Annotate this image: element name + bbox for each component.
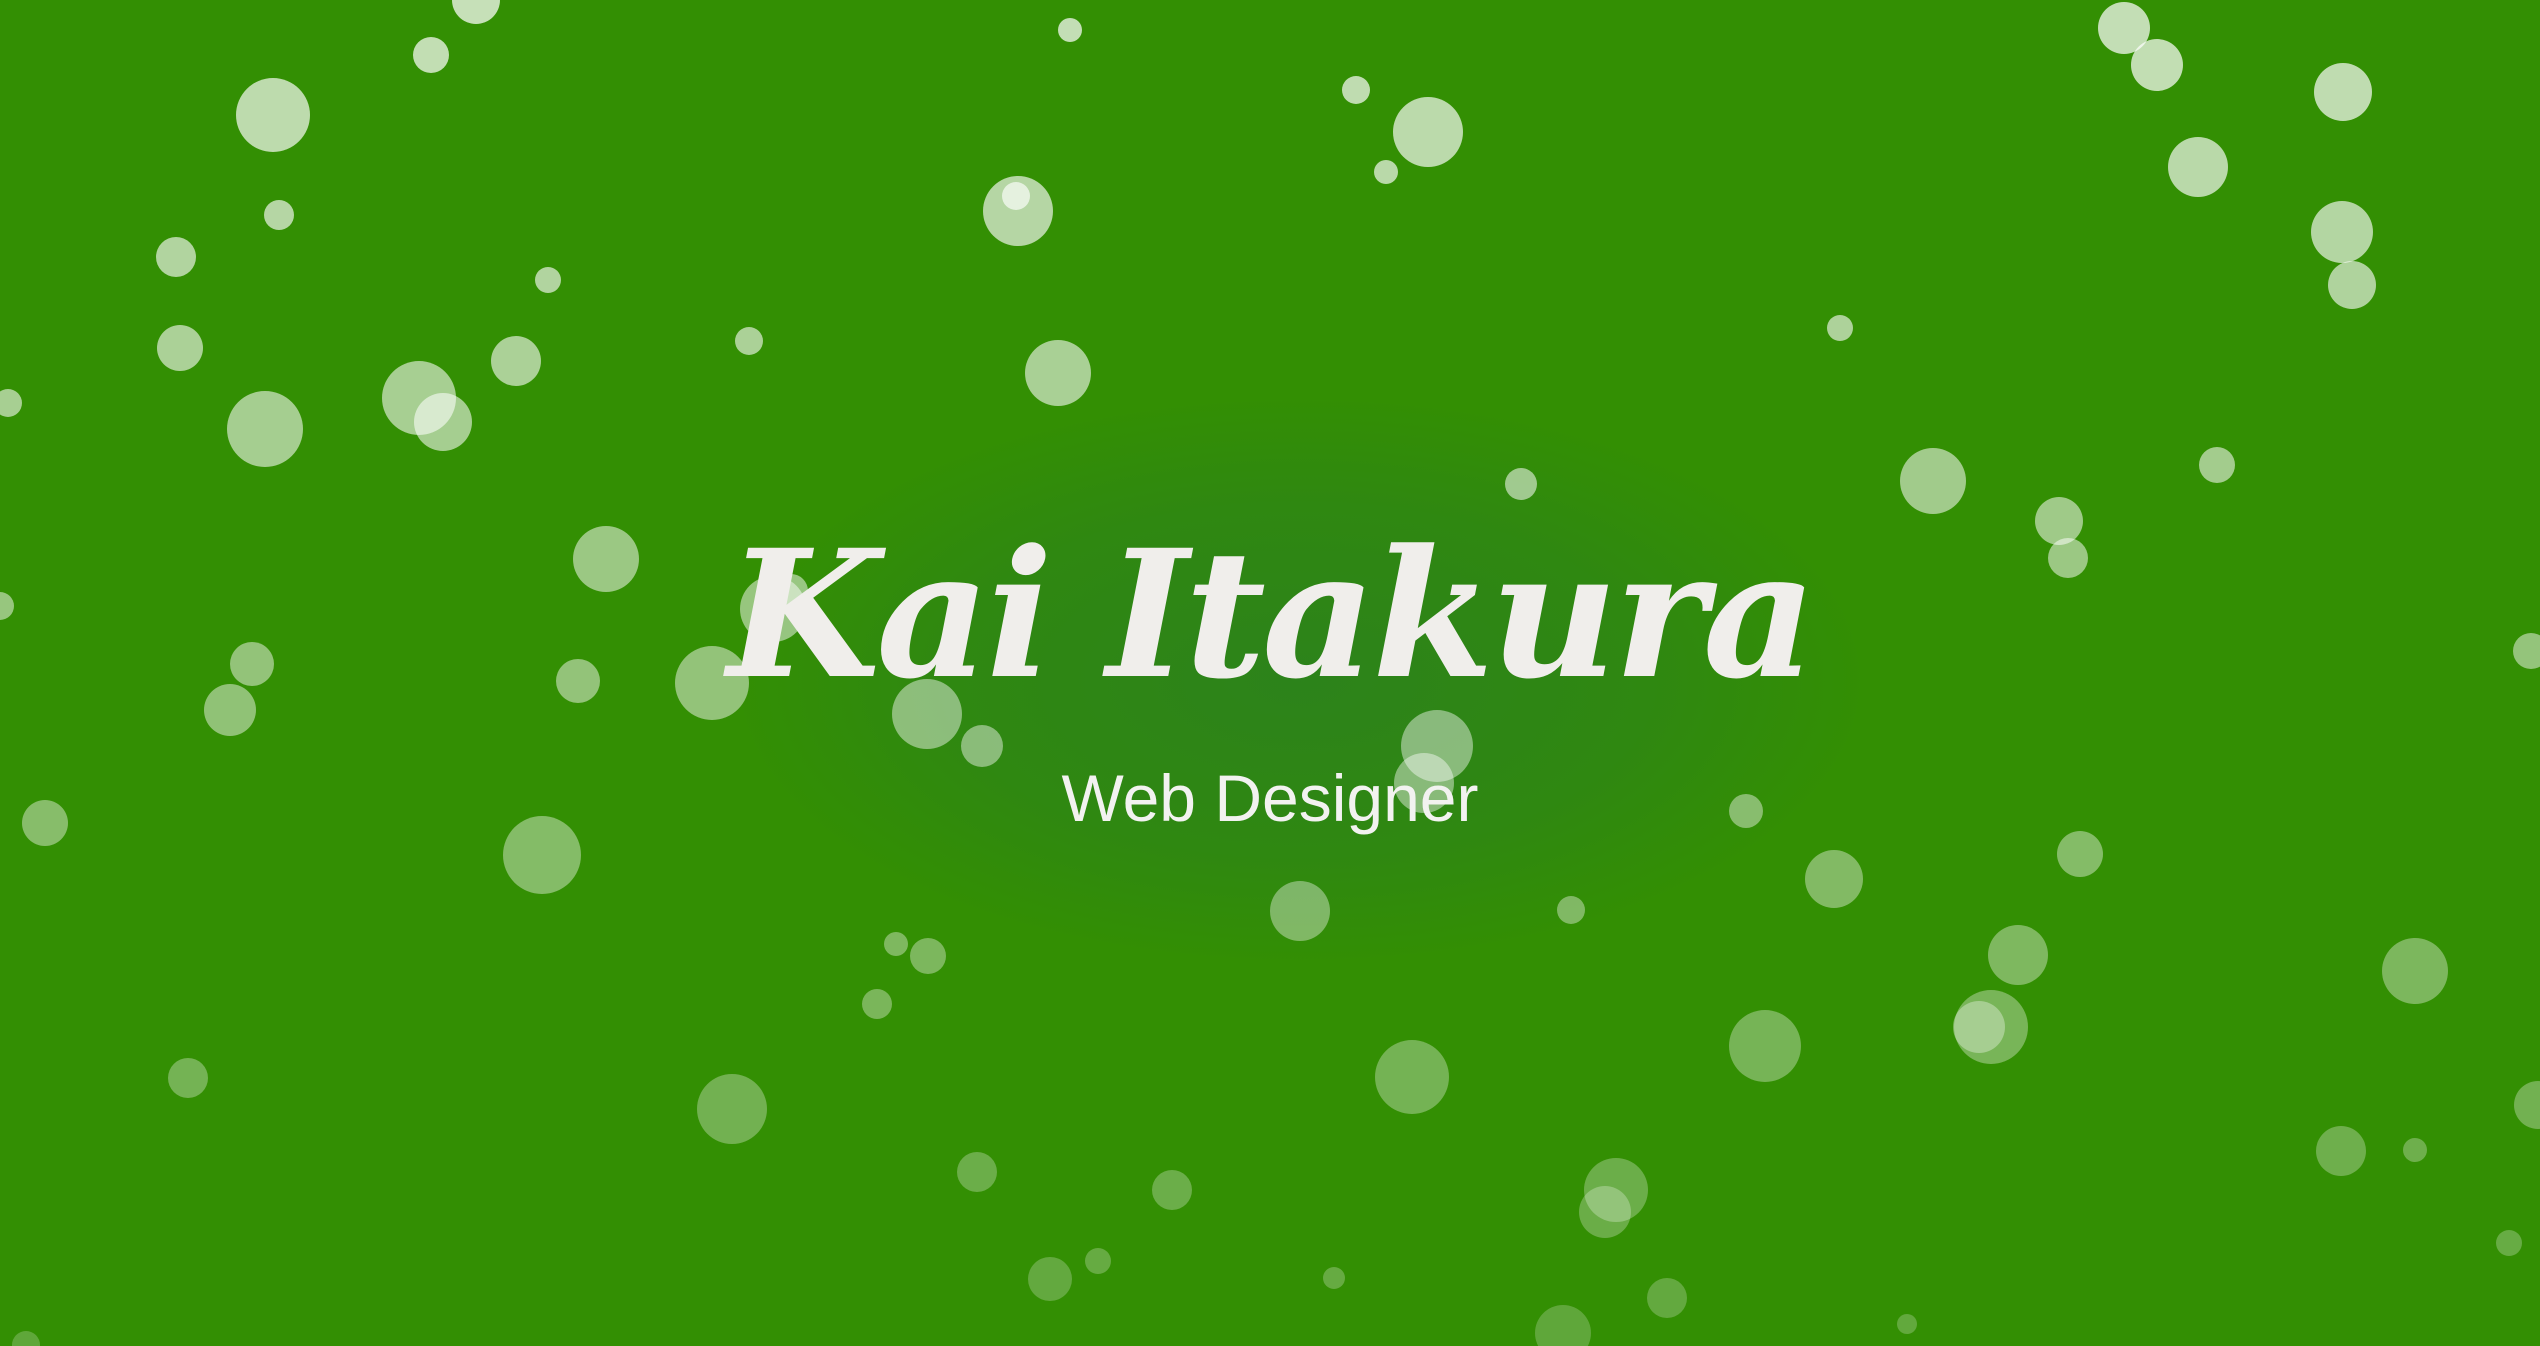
bubble bbox=[1953, 1001, 2005, 1053]
bubble bbox=[1323, 1267, 1345, 1289]
bubble bbox=[168, 1058, 208, 1098]
bubble bbox=[2311, 201, 2373, 263]
bubble bbox=[957, 1152, 997, 1192]
bubble bbox=[2314, 63, 2372, 121]
bubble bbox=[1342, 76, 1370, 104]
bubble bbox=[236, 78, 310, 152]
bubble bbox=[1002, 182, 1030, 210]
hero-role: Web Designer bbox=[1061, 761, 1479, 835]
bubble bbox=[2131, 39, 2183, 91]
bubble bbox=[884, 932, 908, 956]
bubble bbox=[735, 327, 763, 355]
bubble bbox=[1375, 1040, 1449, 1114]
bubble bbox=[1557, 896, 1585, 924]
bubble bbox=[1647, 1278, 1687, 1318]
bubble bbox=[1393, 97, 1463, 167]
bubble bbox=[1505, 468, 1537, 500]
bubble bbox=[1270, 881, 1330, 941]
bubble bbox=[1579, 1186, 1631, 1238]
bubble bbox=[1374, 160, 1398, 184]
bubble bbox=[1152, 1170, 1192, 1210]
bubble bbox=[491, 336, 541, 386]
bubble bbox=[157, 325, 203, 371]
bubble bbox=[1058, 18, 1082, 42]
bubble bbox=[1988, 925, 2048, 985]
bubble bbox=[2199, 447, 2235, 483]
bubble bbox=[0, 389, 22, 417]
bubble bbox=[452, 0, 500, 24]
bubble bbox=[2514, 1081, 2540, 1129]
bubble bbox=[1729, 1010, 1801, 1082]
bubble bbox=[2403, 1138, 2427, 1162]
bubble bbox=[910, 938, 946, 974]
bubble bbox=[2328, 261, 2376, 309]
bubble bbox=[697, 1074, 767, 1144]
bubble bbox=[1535, 1305, 1591, 1346]
bubble bbox=[1025, 340, 1091, 406]
bubble bbox=[414, 393, 472, 451]
bubble bbox=[2496, 1230, 2522, 1256]
bubble bbox=[1827, 315, 1853, 341]
bubble bbox=[1805, 850, 1863, 908]
bubble bbox=[264, 200, 294, 230]
bubble bbox=[535, 267, 561, 293]
bubble bbox=[227, 391, 303, 467]
bubble bbox=[12, 1331, 40, 1346]
bubble bbox=[413, 37, 449, 73]
bubble bbox=[1085, 1248, 1111, 1274]
bubble bbox=[2168, 137, 2228, 197]
bubble bbox=[2316, 1126, 2366, 1176]
bubble bbox=[862, 989, 892, 1019]
hero-name: Kai Itakura bbox=[727, 511, 1816, 718]
bubble bbox=[1028, 1257, 1072, 1301]
bubble bbox=[1900, 448, 1966, 514]
hero-section: Kai Itakura Web Designer bbox=[0, 0, 2540, 1346]
bubble bbox=[1897, 1314, 1917, 1334]
bubble bbox=[156, 237, 196, 277]
bubble bbox=[2382, 938, 2448, 1004]
